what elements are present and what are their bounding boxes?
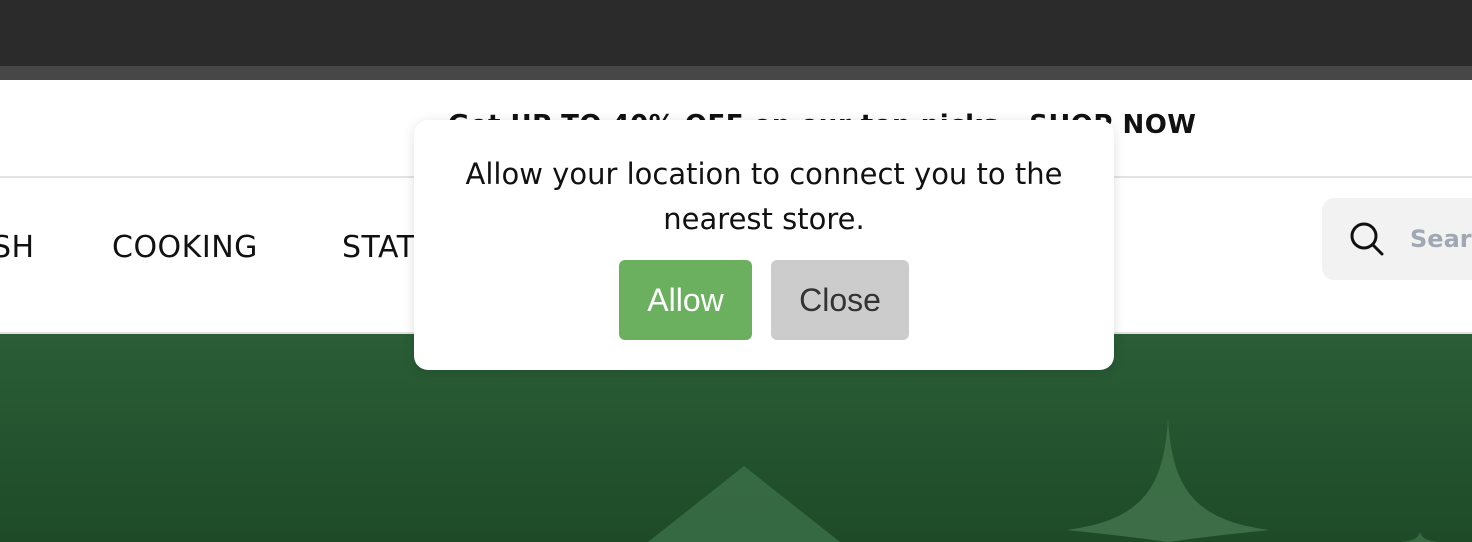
hero-diamond-shape bbox=[648, 466, 840, 542]
nav-item-fresh[interactable]: SH bbox=[0, 230, 35, 265]
allow-button[interactable]: Allow bbox=[619, 260, 752, 340]
search-input[interactable] bbox=[1410, 220, 1472, 258]
search-icon[interactable] bbox=[1348, 220, 1386, 258]
search-bar[interactable] bbox=[1322, 198, 1472, 280]
hero-sparkle-shape bbox=[1066, 418, 1270, 542]
browser-tab-strip bbox=[0, 66, 1472, 80]
modal-message: Allow your location to connect you to th… bbox=[465, 157, 1063, 236]
hero-sparkle-small-shape bbox=[1400, 532, 1440, 542]
close-button[interactable]: Close bbox=[771, 260, 909, 340]
nav-item-stationery[interactable]: STAT bbox=[342, 230, 416, 265]
location-permission-modal: Allow your location to connect you to th… bbox=[414, 120, 1114, 370]
browser-toolbar bbox=[0, 0, 1472, 66]
nav-item-cooking[interactable]: COOKING bbox=[112, 230, 258, 265]
